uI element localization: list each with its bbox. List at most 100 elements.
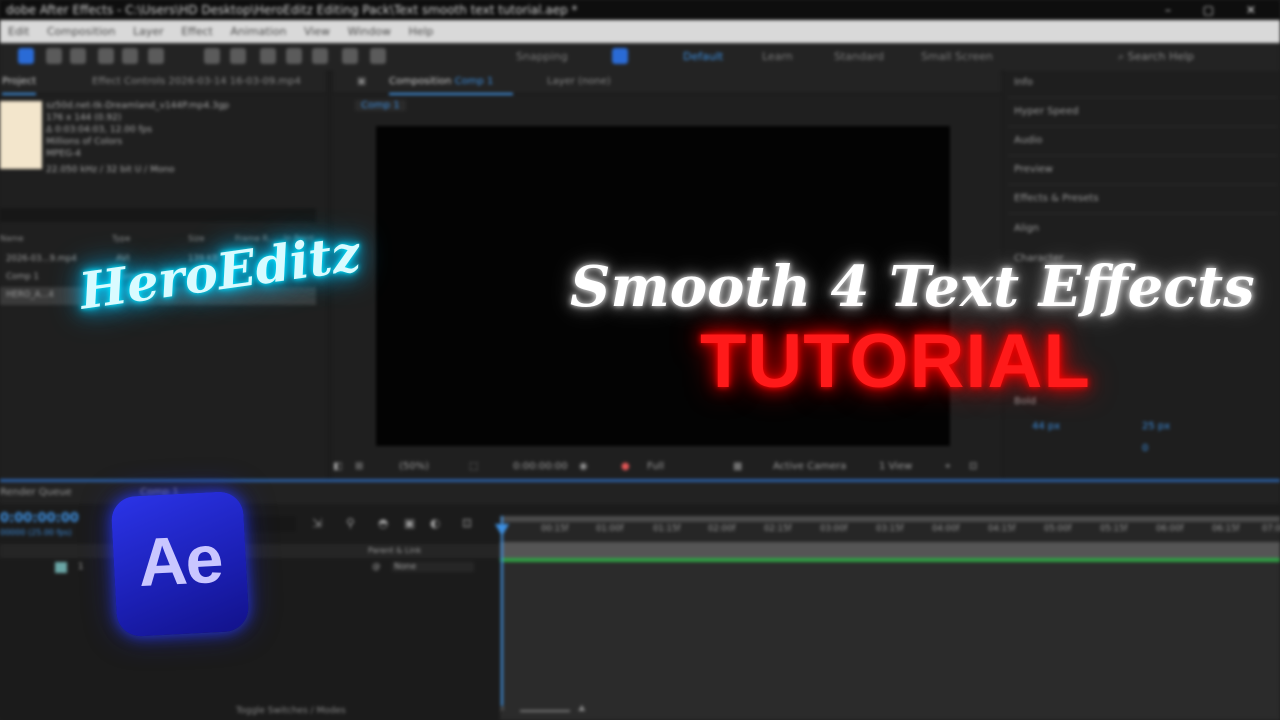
column-frame-rate[interactable]: Frame R... — [235, 234, 275, 243]
project-search-input[interactable] — [0, 208, 316, 222]
draft-3d-icon[interactable]: ⚲ — [346, 516, 355, 530]
column-size[interactable]: Size — [188, 234, 204, 243]
views-dropdown[interactable]: 1 View — [879, 461, 912, 472]
brush-tool-icon[interactable] — [260, 48, 276, 64]
clone-tool-icon[interactable] — [286, 48, 302, 64]
snapshot-icon[interactable]: ◉ — [579, 461, 588, 472]
selection-tool-icon[interactable] — [18, 48, 34, 64]
current-time-indicator-handle[interactable] — [495, 524, 509, 536]
puppet-tool-icon[interactable] — [370, 48, 386, 64]
snapping-toggle[interactable]: Snapping — [516, 50, 568, 63]
composition-breadcrumb[interactable]: Comp 1 — [355, 100, 406, 111]
mask-toggle-icon[interactable]: ◧ — [333, 461, 342, 472]
current-time-indicator[interactable] — [501, 516, 503, 706]
menu-help[interactable]: Help — [408, 25, 433, 38]
frame-blending-icon[interactable]: ▣ — [404, 516, 415, 530]
timeline-zoom-slider[interactable] — [520, 710, 570, 712]
font-style-dropdown[interactable]: Bold — [1014, 396, 1036, 407]
composition-lock-icon[interactable]: ▣ — [357, 71, 366, 93]
window-controls[interactable]: – ▢ ✕ — [1165, 0, 1270, 20]
transparency-grid-icon[interactable]: ▦ — [733, 461, 742, 472]
zoom-dropdown[interactable]: (50%) — [399, 461, 429, 472]
toggle-switches-modes[interactable]: Toggle Switches / Modes — [236, 706, 346, 716]
tracking-field[interactable]: 0 — [1142, 443, 1148, 454]
ruler-tick: 02:00f — [708, 524, 736, 534]
timeline-track-area[interactable] — [500, 562, 1280, 720]
rectangle-tool-icon[interactable] — [148, 48, 164, 64]
tab-layer[interactable]: Layer (none) — [547, 71, 611, 93]
region-of-interest-icon[interactable]: ⬚ — [469, 461, 478, 472]
parent-link-icon[interactable]: @ — [372, 562, 381, 572]
panel-effects-presets[interactable]: Effects & Presets — [1014, 193, 1099, 204]
menu-window[interactable]: Window — [348, 25, 391, 38]
column-name[interactable]: Name — [0, 234, 24, 243]
search-help-input[interactable]: ⌕ Search Help — [1118, 48, 1268, 66]
menu-effect[interactable]: Effect — [181, 25, 213, 38]
workspace-default[interactable]: Default — [683, 50, 723, 63]
timeline-frame-count: 00000 (25.00 fps) — [0, 528, 72, 537]
menu-layer[interactable]: Layer — [133, 25, 164, 38]
panel-audio[interactable]: Audio — [1014, 135, 1042, 146]
hand-tool-icon[interactable] — [46, 48, 62, 64]
panel-align[interactable]: Align — [1014, 223, 1039, 234]
tab-render-queue[interactable]: Render Queue — [0, 487, 72, 498]
pen-tool-icon[interactable] — [204, 48, 220, 64]
panel-preview[interactable]: Preview — [1014, 164, 1053, 175]
work-area-bar[interactable] — [500, 516, 1280, 522]
menu-composition[interactable]: Composition — [47, 25, 116, 38]
project-item-row[interactable]: HERO_A...4 — [0, 287, 316, 305]
tab-project[interactable]: Project — [2, 71, 37, 95]
color-channel-icon[interactable]: ● — [621, 461, 630, 472]
project-item-row[interactable]: Comp 1 Composition — [0, 269, 316, 287]
timeline-search-input[interactable] — [220, 516, 296, 532]
rotate-tool-icon[interactable] — [98, 48, 114, 64]
parent-dropdown[interactable]: None — [392, 562, 474, 572]
safe-zones-icon[interactable]: ⊞ — [355, 461, 363, 472]
footage-info-colors: Millions of Colors — [46, 137, 123, 147]
tab-composition[interactable]: Composition Comp 1 — [389, 71, 513, 95]
project-item-row[interactable]: 2026-03...9.mp4 AVI 139 KB — [0, 251, 316, 269]
font-size-field[interactable]: 44 px — [1032, 421, 1060, 432]
leading-field[interactable]: 25 px — [1142, 421, 1170, 432]
workspace-standard[interactable]: Standard — [834, 50, 884, 63]
zoom-tool-icon[interactable] — [70, 48, 86, 64]
fast-preview-icon[interactable]: ⌖ — [945, 461, 951, 472]
tools-toolbar: Snapping Default Learn Standard Small Sc… — [0, 43, 1280, 72]
project-item-type: AVI — [116, 254, 130, 264]
graph-editor-icon[interactable]: ⊡ — [462, 516, 472, 530]
column-in-point[interactable]: In Point — [284, 234, 314, 243]
tab-effect-controls[interactable]: Effect Controls 2026-03-14 16-03-09.mp4 — [92, 71, 301, 93]
camera-tool-icon[interactable] — [122, 48, 138, 64]
panel-info[interactable]: Info — [1014, 77, 1033, 88]
menu-edit[interactable]: Edit — [8, 25, 29, 38]
composition-canvas[interactable] — [376, 126, 950, 446]
timeline-timecode[interactable]: 0:00:00:00 — [0, 511, 79, 526]
panel-character[interactable]: Character — [1014, 253, 1063, 264]
eraser-tool-icon[interactable] — [312, 48, 328, 64]
viewer-timecode[interactable]: 0:00:00:00 — [513, 461, 568, 472]
roto-tool-icon[interactable] — [342, 48, 358, 64]
layer-color-label[interactable] — [55, 562, 67, 573]
type-tool-icon[interactable] — [230, 48, 246, 64]
camera-dropdown[interactable]: Active Camera — [773, 461, 846, 472]
resolution-dropdown[interactable]: Full — [647, 461, 664, 472]
motion-blur-icon[interactable]: ◐ — [430, 516, 440, 530]
tab-comp[interactable]: Comp 1 — [140, 487, 179, 498]
flowchart-icon[interactable]: ⊡ — [969, 461, 977, 472]
panel-hyper-speed[interactable]: Hyper Speed — [1014, 106, 1079, 117]
workspace-learn[interactable]: Learn — [762, 50, 793, 63]
menu-view[interactable]: View — [304, 25, 330, 38]
zoom-in-icon[interactable]: ⛰ — [578, 704, 586, 714]
column-parent-link[interactable]: Parent & Link — [368, 546, 421, 555]
column-type[interactable]: Type — [112, 234, 130, 243]
layer-duration-bar[interactable] — [500, 542, 1280, 558]
panel-divider — [1008, 184, 1278, 185]
shy-layers-icon[interactable]: ◓ — [378, 516, 388, 530]
project-item-type: Composition — [116, 272, 170, 282]
zoom-out-icon[interactable]: ⌕ — [500, 704, 505, 714]
expand-icon[interactable] — [612, 48, 628, 64]
workspace-small-screen[interactable]: Small Screen — [921, 50, 993, 63]
comp-flowchart-icon[interactable]: ⇲ — [312, 516, 322, 530]
timeline-layer-row[interactable]: 1 @ None — [0, 562, 500, 576]
menu-animation[interactable]: Animation — [230, 25, 286, 38]
